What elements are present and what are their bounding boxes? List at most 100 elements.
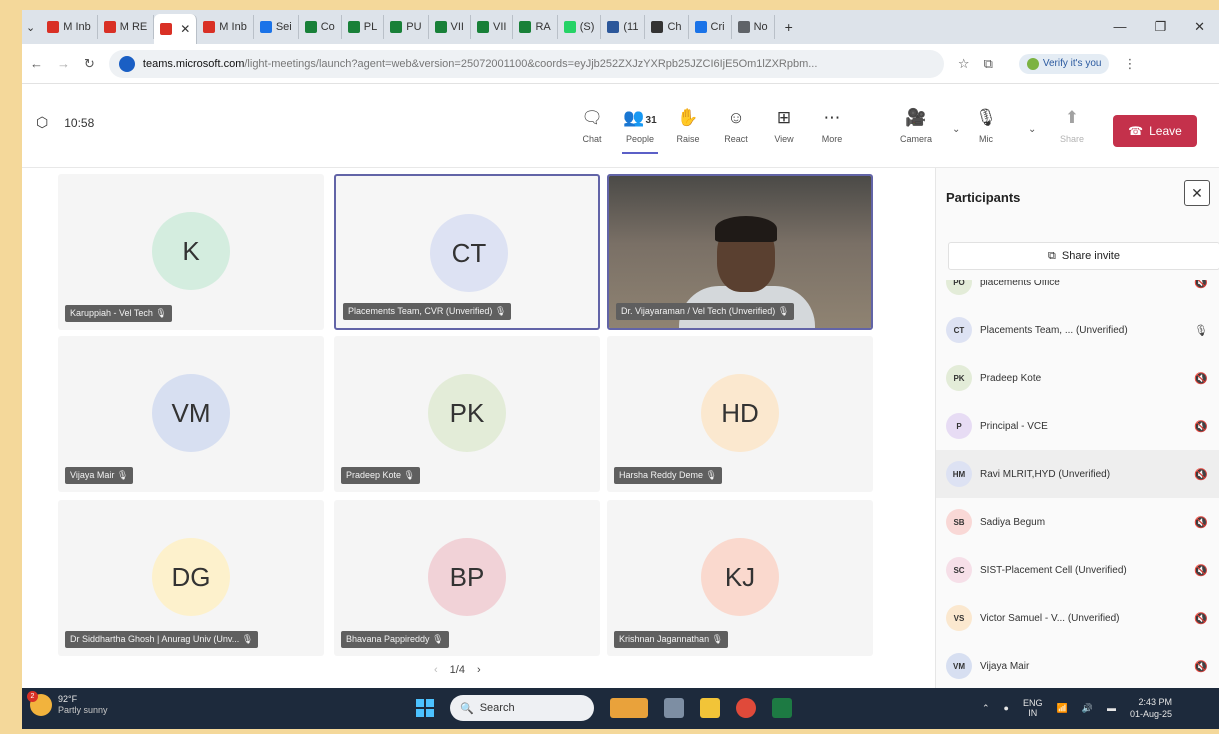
react-button[interactable]: ☺ React xyxy=(716,108,756,144)
participant-row[interactable]: VS Victor Samuel - V... (Unverified) 🔇 xyxy=(936,594,1219,642)
tab-favicon-icon xyxy=(203,21,216,33)
participant-avatar: PK xyxy=(946,365,972,391)
url-host: teams.microsoft.com xyxy=(142,57,245,70)
next-page-icon[interactable]: › xyxy=(477,664,481,676)
participant-tile[interactable]: BP Bhavana Pappireddy 🎙 xyxy=(334,500,600,656)
close-window-icon[interactable]: ✕ xyxy=(1194,19,1205,35)
people-button[interactable]: 👥31 People xyxy=(620,108,660,154)
prev-page-icon[interactable]: ‹ xyxy=(434,664,438,676)
mic-status-icon: 🎙 xyxy=(429,634,444,644)
tab-label: No xyxy=(753,21,768,33)
bookmark-star-icon[interactable]: ☆ xyxy=(958,56,970,72)
camera-button[interactable]: 🎥 Camera xyxy=(896,108,936,144)
weather-widget[interactable]: 2 92°F Partly sunny xyxy=(27,691,108,716)
mic-muted-icon: 🔇 xyxy=(1194,280,1208,289)
browser-tab[interactable]: M Inb xyxy=(41,15,98,39)
chat-icon: 🗨 xyxy=(581,108,603,127)
browser-tab[interactable]: (11 xyxy=(601,15,646,39)
participant-tile[interactable]: KJ Krishnan Jagannathan 🎙 xyxy=(607,500,873,656)
language-indicator[interactable]: ENG IN xyxy=(1023,698,1043,718)
leave-button[interactable]: ☎ Leave xyxy=(1113,115,1197,147)
participant-row[interactable]: SC SIST-Placement Cell (Unverified) 🔇 xyxy=(936,546,1219,594)
browser-tab[interactable]: No xyxy=(732,15,775,39)
excel-icon[interactable] xyxy=(772,698,792,718)
tray-app-icon[interactable]: ● xyxy=(1004,703,1009,713)
view-button[interactable]: ⊞ View xyxy=(764,108,804,144)
camera-options-chevron-icon[interactable]: ⌄ xyxy=(952,124,960,135)
reload-icon[interactable]: ↻ xyxy=(84,56,95,72)
tab-label: M Inb xyxy=(219,21,247,33)
chat-button[interactable]: 🗨 Chat xyxy=(572,108,612,144)
participant-tile[interactable]: Dr. Vijayaraman / Vel Tech (Unverified) … xyxy=(607,174,873,330)
tab-label: RA xyxy=(535,21,551,33)
verify-profile-button[interactable]: Verify it's you xyxy=(1018,53,1110,74)
participant-row[interactable]: SB Sadiya Begum 🔇 xyxy=(936,498,1219,546)
new-tab-button[interactable]: + xyxy=(775,19,803,35)
tab-close-icon[interactable]: ✕ xyxy=(180,22,190,36)
clock[interactable]: 2:43 PM 01-Aug-25 xyxy=(1130,696,1172,720)
maximize-icon[interactable]: ❐ xyxy=(1154,19,1166,35)
participant-row[interactable]: CT Placements Team, ... (Unverified) 🎙 xyxy=(936,306,1219,354)
minimize-icon[interactable]: — xyxy=(1113,19,1126,35)
wifi-icon[interactable]: 📶 xyxy=(1057,703,1068,714)
participant-tile[interactable]: PK Pradeep Kote 🎙 xyxy=(334,336,600,492)
participant-tile[interactable]: VM Vijaya Mair 🎙 xyxy=(58,336,324,492)
participant-row[interactable]: HM Ravi MLRIT,HYD (Unverified) 🔇 xyxy=(936,450,1219,498)
battery-icon[interactable]: ▬ xyxy=(1107,703,1116,713)
participant-row[interactable]: P Principal - VCE 🔇 xyxy=(936,402,1219,450)
tab-favicon-icon xyxy=(651,21,664,33)
file-explorer-icon[interactable] xyxy=(700,698,720,718)
tab-label: M RE xyxy=(119,21,148,33)
browser-tab[interactable]: Ch xyxy=(645,15,689,39)
participant-row[interactable]: PK Pradeep Kote 🔇 xyxy=(936,354,1219,402)
browser-tab[interactable]: PU xyxy=(384,15,429,39)
mic-button[interactable]: 🎙 Mic xyxy=(966,108,1006,144)
mic-muted-icon: 🔇 xyxy=(1194,612,1208,625)
notification-badge: 2 xyxy=(27,691,38,702)
extensions-icon[interactable]: ⧉ xyxy=(984,56,993,72)
browser-tab[interactable]: ✕ xyxy=(154,14,198,44)
participant-name: Harsha Reddy Deme xyxy=(619,470,704,480)
task-view-icon[interactable] xyxy=(664,698,684,718)
browser-tab[interactable]: RA xyxy=(513,15,558,39)
back-icon[interactable]: ← xyxy=(30,56,43,71)
browser-tab[interactable]: PL xyxy=(342,15,385,39)
volume-icon[interactable]: 🔊 xyxy=(1082,703,1093,714)
browser-tab[interactable]: (S) xyxy=(558,15,602,39)
raise-hand-button[interactable]: ✋ Raise xyxy=(668,108,708,144)
mic-options-chevron-icon[interactable]: ⌄ xyxy=(1028,124,1036,135)
participant-tile[interactable]: CT Placements Team, CVR (Unverified) 🎙 xyxy=(334,174,600,330)
more-button[interactable]: ⋯ More xyxy=(812,108,852,144)
browser-tab[interactable]: M Inb xyxy=(197,15,254,39)
participant-row[interactable]: VM Vijaya Mair 🔇 xyxy=(936,642,1219,688)
tray-chevron-icon[interactable]: ⌃ xyxy=(982,703,990,714)
browser-tab[interactable]: M RE xyxy=(98,15,155,39)
participant-tile[interactable]: DG Dr Siddhartha Ghosh | Anurag Univ (Unv… xyxy=(58,500,324,656)
system-tray: ⌃ ● ENG IN 📶 🔊 ▬ 2:43 PM 01-Aug-25 xyxy=(982,696,1172,720)
share-invite-button[interactable]: ⧉ Share invite xyxy=(948,242,1219,270)
url-field[interactable]: teams.microsoft.com/light-meetings/launc… xyxy=(108,49,944,78)
tab-favicon-icon xyxy=(434,21,447,33)
browser-tab[interactable]: Sei xyxy=(254,15,299,39)
browser-tab-strip: ⌄ M Inb M RE ✕ M Inb Sei Co PL PU VII VII RA (S) (11… xyxy=(22,10,1219,44)
browser-tab[interactable]: VII xyxy=(429,15,471,39)
chrome-icon[interactable] xyxy=(736,698,756,718)
participant-row[interactable]: PO placements Office 🔇 xyxy=(936,280,1219,306)
browser-menu-icon[interactable]: ⋮ xyxy=(1123,56,1136,72)
tab-label: Ch xyxy=(667,21,682,33)
taskbar-search[interactable]: 🔍 Search xyxy=(450,695,594,721)
browser-tab[interactable]: VII xyxy=(471,15,514,39)
site-info-icon[interactable] xyxy=(118,55,135,72)
news-widget-icon[interactable] xyxy=(610,698,648,718)
tab-search-chevron-icon[interactable]: ⌄ xyxy=(26,21,35,34)
participant-tile[interactable]: HD Harsha Reddy Deme 🎙 xyxy=(607,336,873,492)
close-panel-icon[interactable]: ✕ xyxy=(1184,180,1210,206)
tab-favicon-icon xyxy=(160,23,173,35)
browser-tab[interactable]: Co xyxy=(299,15,342,39)
share-button[interactable]: ⬆ Share xyxy=(1052,108,1092,144)
participant-tile[interactable]: K Karuppiah - Vel Tech 🎙 xyxy=(58,174,324,330)
participant-avatar: VS xyxy=(946,605,972,631)
windows-start-icon[interactable] xyxy=(416,699,434,717)
forward-icon[interactable]: → xyxy=(57,56,70,71)
browser-tab[interactable]: Cri xyxy=(689,15,732,39)
